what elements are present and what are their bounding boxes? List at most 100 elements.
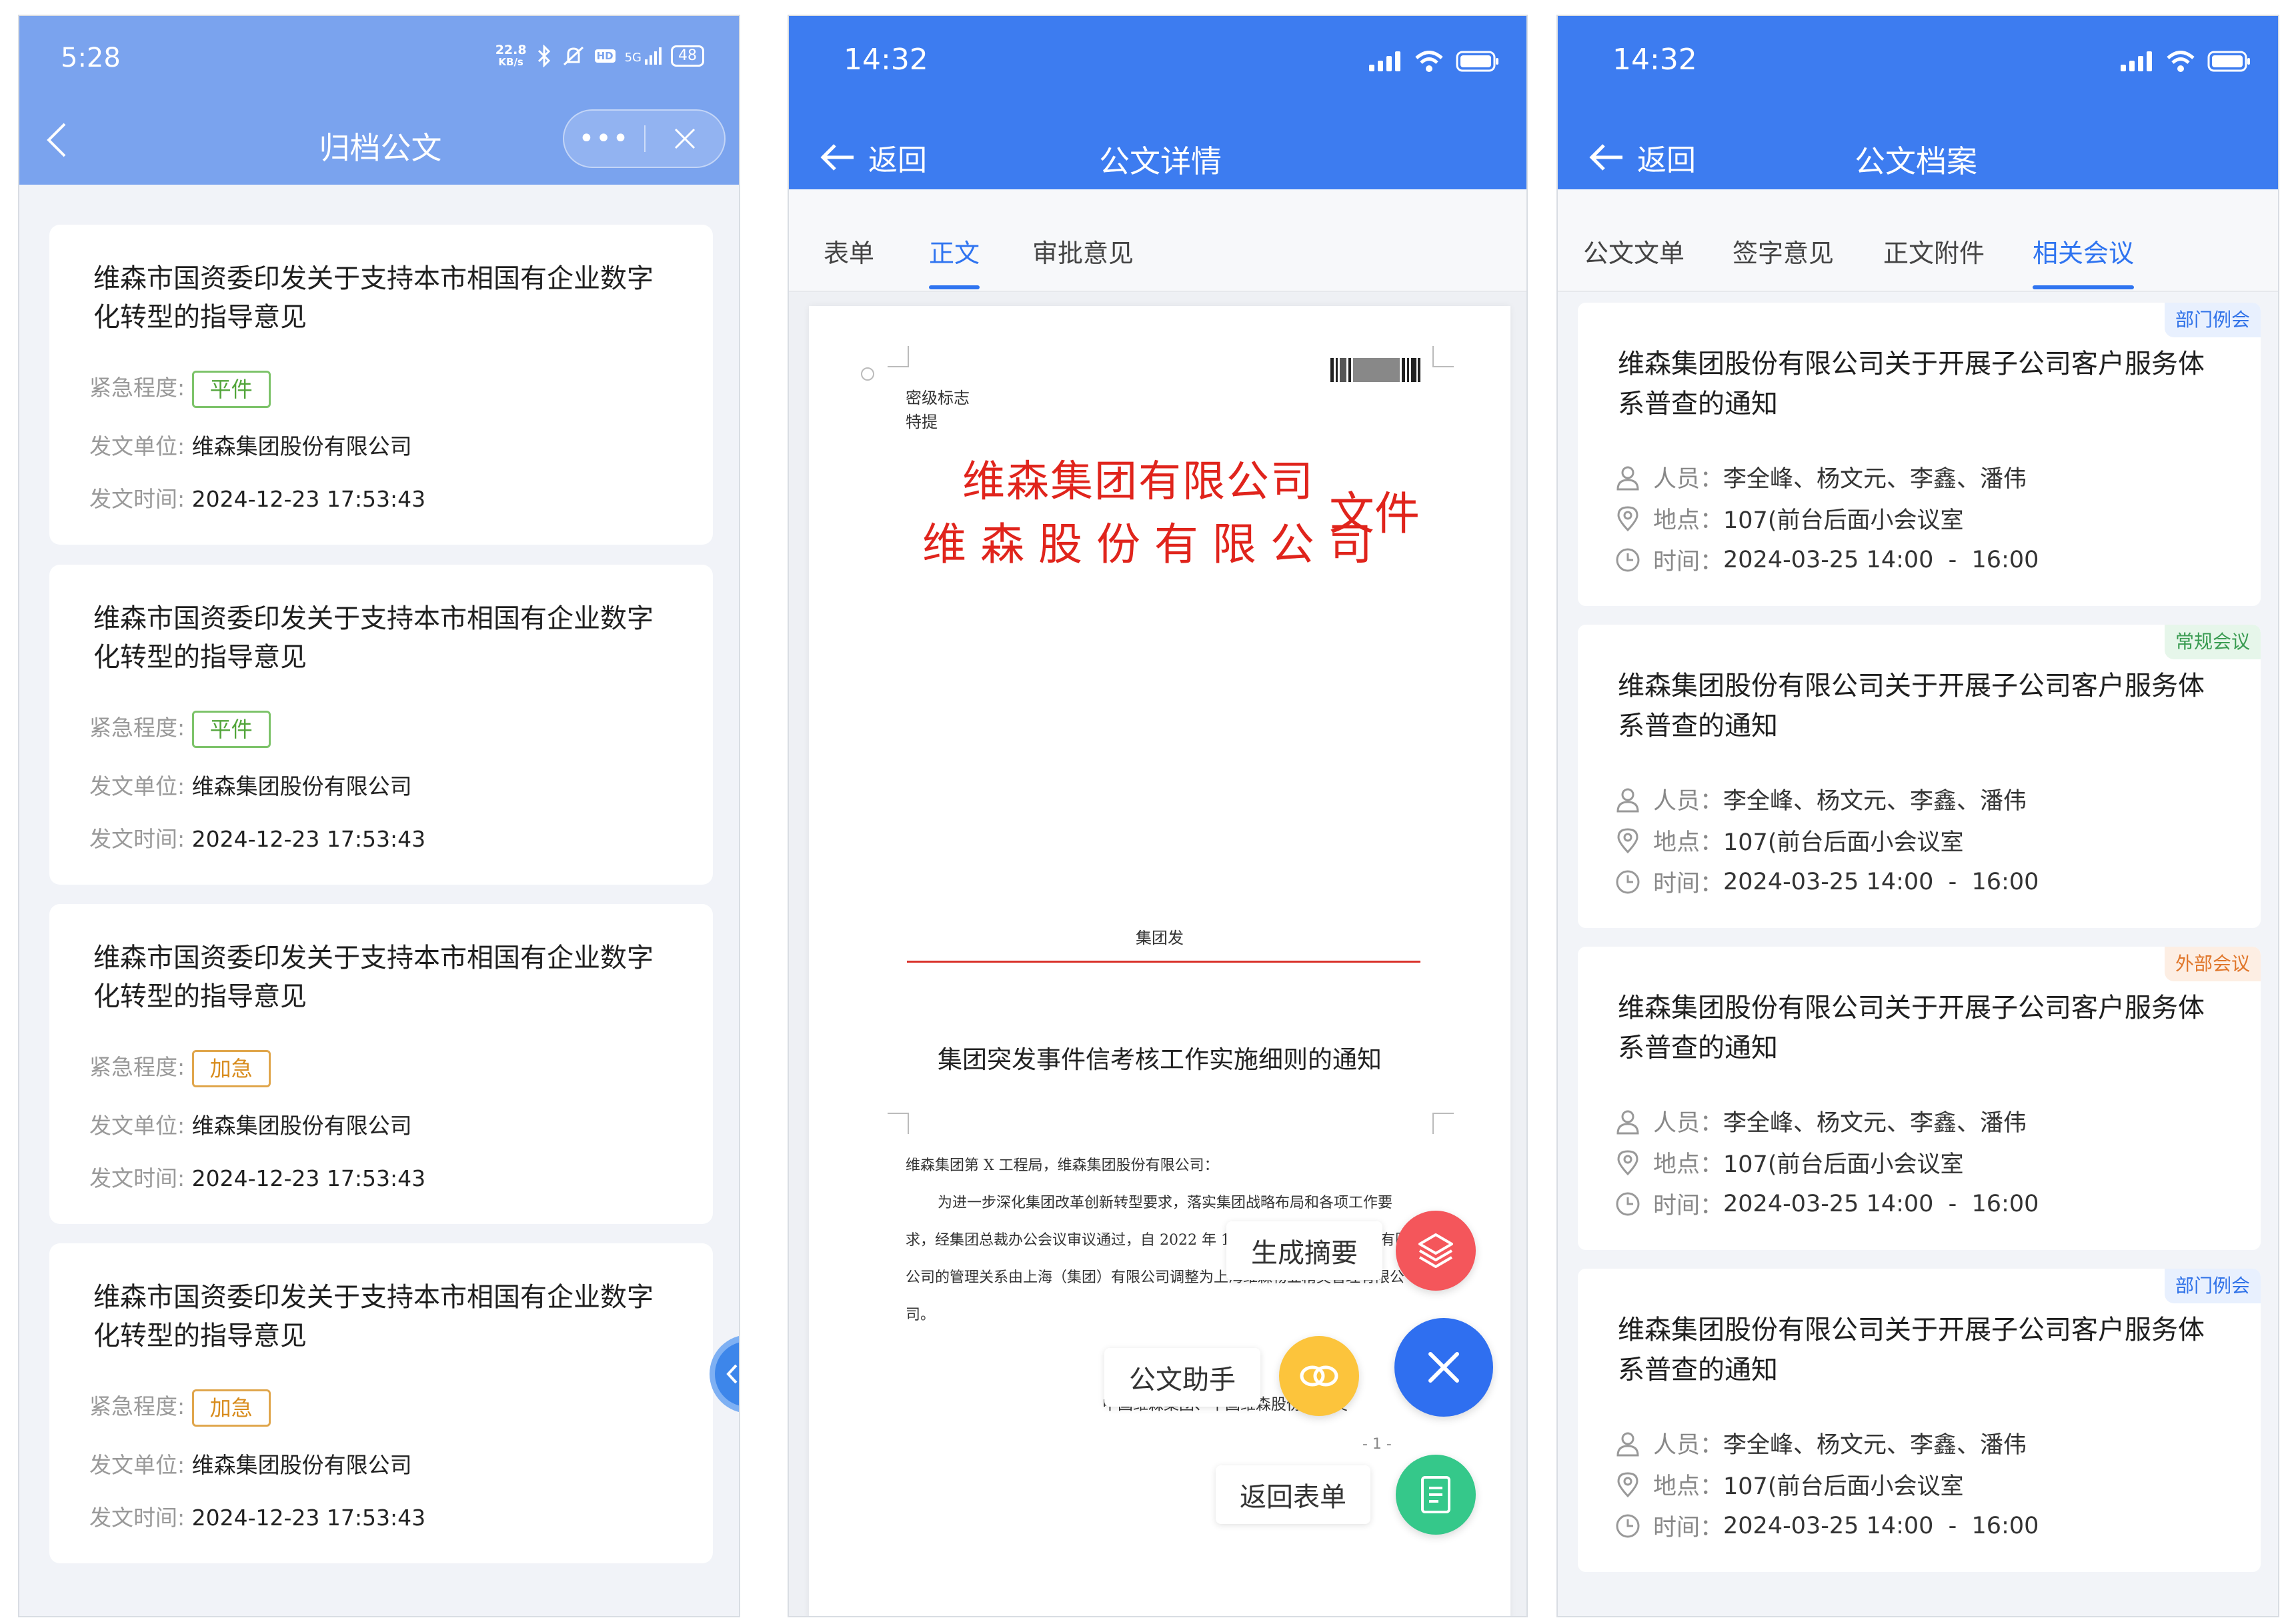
place-label: 地点： — [1653, 829, 1724, 856]
place-value: 107(前台后面小会议室 — [1723, 829, 1964, 856]
document-card[interactable]: 维森市国资委印发关于支持本市相国有企业数字化转型的指导意见 紧急程度: 加急 发… — [49, 904, 713, 1224]
document-preview[interactable]: 密级标志 特提 维森集团有限公司 维 森 股 份 有 限 公 司 文件 集团发 … — [809, 306, 1510, 1616]
person-icon — [1616, 466, 1639, 490]
meeting-title: 维森集团股份有限公司关于开展子公司客户服务体系普查的通知 — [1618, 349, 2205, 419]
document-title: 维森市国资委印发关于支持本市相国有企业数字化转型的指导意见 — [93, 263, 654, 333]
tab-document-form[interactable]: 公文文单 — [1583, 233, 1684, 269]
place-value: 107(前台后面小会议室 — [1723, 507, 1964, 534]
time-value: 2024-03-25 14:00 - 16:00 — [1723, 1512, 2039, 1539]
layers-icon — [1418, 1233, 1453, 1268]
back-button[interactable]: 返回 — [819, 136, 927, 179]
cellular-signal-icon — [1369, 51, 1400, 71]
place-label: 地点： — [1653, 1473, 1724, 1500]
people-value: 李全峰、杨文元、李鑫、潘伟 — [1723, 1432, 2027, 1459]
meeting-card[interactable]: 外部会议 维森集团股份有限公司关于开展子公司客户服务体系普查的通知 人员： 李全峰… — [1578, 947, 2261, 1250]
status-time: 14:32 — [1612, 43, 1697, 77]
urgency-badge: 加急 — [191, 1049, 271, 1087]
crop-mark — [1432, 346, 1454, 367]
issue-time-row: 发文时间: 2024-12-23 17:53:43 — [89, 1500, 425, 1532]
meeting-people-row: 人员： 李全峰、杨文元、李鑫、潘伟 — [1614, 782, 2027, 816]
meeting-time-row: 时间： 2024-03-25 14:00 - 16:00 — [1614, 1187, 2039, 1221]
signal-icon: 5G — [625, 47, 662, 65]
company-name-1: 维森集团有限公司 — [962, 457, 1314, 507]
wifi-icon — [2167, 51, 2195, 72]
chevron-left-icon — [726, 1364, 738, 1384]
cellular-signal-icon — [2121, 51, 2152, 71]
generate-summary-label[interactable]: 生成摘要 — [1226, 1221, 1382, 1280]
issuer-label: 发文单位: — [89, 1113, 185, 1139]
status-time: 5:28 — [61, 43, 121, 73]
issue-time-row: 发文时间: 2024-12-23 17:53:43 — [89, 821, 425, 853]
back-to-form-label[interactable]: 返回表单 — [1216, 1465, 1370, 1524]
issuer-label: 发文单位: — [89, 433, 185, 459]
meeting-card[interactable]: 部门例会 维森集团股份有限公司关于开展子公司客户服务体系普查的通知 人员： 李全峰… — [1578, 1269, 2261, 1572]
crop-mark — [1432, 1113, 1454, 1134]
header-bar: 14:32 返回 公文档案 — [1558, 16, 2278, 189]
urgency-label: 紧急程度: — [89, 1393, 185, 1419]
addressee: 维森集团第 X 工程局，维森集团股份有限公司： — [906, 1157, 1219, 1174]
clock-icon — [1616, 1192, 1640, 1215]
tab-form[interactable]: 表单 — [824, 233, 874, 269]
side-drawer-tab[interactable] — [710, 1335, 739, 1413]
wifi-icon — [1415, 51, 1443, 72]
issuer-code: 集团发 — [1136, 929, 1184, 947]
tab-bar: 表单 正文 审批意见 — [789, 189, 1526, 292]
header-bar: 5:28 22.8 KB/s HD 5G 48 归档公文 ••• — [19, 16, 739, 185]
registration-mark — [861, 367, 874, 381]
network-speed-value: 22.8 — [495, 43, 527, 57]
issuer-row: 发文单位: 维森集团股份有限公司 — [89, 1108, 412, 1140]
back-label: 返回 — [1637, 143, 1696, 177]
tab-signature-opinions[interactable]: 签字意见 — [1733, 233, 1834, 269]
header-bar: 14:32 返回 公文详情 — [789, 16, 1526, 189]
mini-program-capsule: ••• — [563, 109, 726, 168]
document-card[interactable]: 维森市国资委印发关于支持本市相国有企业数字化转型的指导意见 紧急程度: 平件 发… — [49, 225, 713, 545]
issue-time-value: 2024-12-23 17:53:43 — [191, 1165, 426, 1191]
meeting-card[interactable]: 常规会议 维森集团股份有限公司关于开展子公司客户服务体系普查的通知 人员： 李全峰… — [1578, 625, 2261, 928]
crop-mark — [888, 346, 909, 367]
close-fab-button[interactable] — [1394, 1318, 1493, 1417]
urgency-badge: 平件 — [191, 710, 271, 748]
meeting-people-row: 人员： 李全峰、杨文元、李鑫、潘伟 — [1614, 1104, 2027, 1138]
people-label: 人员： — [1653, 1110, 1724, 1137]
time-value: 2024-03-25 14:00 - 16:00 — [1723, 868, 2039, 895]
bluetooth-icon — [537, 45, 550, 67]
more-icon[interactable]: ••• — [564, 111, 644, 167]
status-icons — [2119, 51, 2251, 72]
back-button[interactable]: 返回 — [1588, 136, 1696, 179]
document-card[interactable]: 维森市国资委印发关于支持本市相国有企业数字化转型的指导意见 紧急程度: 平件 发… — [49, 565, 713, 885]
document-assistant-button[interactable] — [1279, 1336, 1359, 1416]
tab-related-meetings[interactable]: 相关会议 — [2033, 233, 2134, 269]
page-number: - 1 - — [1362, 1436, 1392, 1453]
issuer-label: 发文单位: — [89, 1452, 185, 1478]
meeting-people-row: 人员： 李全峰、杨文元、李鑫、潘伟 — [1614, 460, 2027, 494]
issue-time-value: 2024-12-23 17:53:43 — [191, 1505, 426, 1531]
meeting-place-row: 地点： 107(前台后面小会议室 — [1614, 1145, 1963, 1179]
document-assistant-label[interactable]: 公文助手 — [1104, 1348, 1260, 1407]
people-label: 人员： — [1653, 1432, 1724, 1459]
battery-icon — [1456, 51, 1498, 72]
red-divider — [907, 961, 1420, 963]
issue-time-label: 发文时间: — [89, 1165, 185, 1191]
issuer-value: 维森集团股份有限公司 — [191, 1113, 412, 1139]
close-icon[interactable] — [646, 111, 724, 167]
back-chevron-icon[interactable] — [43, 121, 70, 159]
tab-approval[interactable]: 审批意见 — [1032, 233, 1134, 269]
issue-time-row: 发文时间: 2024-12-23 17:53:43 — [89, 481, 425, 513]
people-value: 李全峰、杨文元、李鑫、潘伟 — [1723, 788, 2027, 815]
page-title: 公文档案 — [1855, 143, 1977, 179]
people-label: 人员： — [1653, 788, 1724, 815]
back-to-form-button[interactable] — [1396, 1455, 1476, 1535]
meeting-card[interactable]: 部门例会 维森集团股份有限公司关于开展子公司客户服务体系普查的通知 人员： 李全峰… — [1578, 303, 2261, 606]
issuer-row: 发文单位: 维森集团股份有限公司 — [89, 429, 412, 461]
secret-level-label: 密级标志 — [906, 389, 970, 407]
meeting-place-row: 地点： 107(前台后面小会议室 — [1614, 1467, 1963, 1501]
tab-body[interactable]: 正文 — [929, 233, 980, 269]
archived-documents-screen: 5:28 22.8 KB/s HD 5G 48 归档公文 ••• 维森市国资委印发… — [18, 15, 740, 1617]
tab-attachments[interactable]: 正文附件 — [1883, 233, 1985, 269]
form-icon — [1421, 1476, 1450, 1513]
document-card[interactable]: 维森市国资委印发关于支持本市相国有企业数字化转型的指导意见 紧急程度: 加急 发… — [49, 1243, 713, 1563]
urgency-row: 紧急程度: 平件 — [89, 370, 271, 408]
generate-summary-button[interactable] — [1396, 1211, 1476, 1291]
signal-label: 5G — [624, 51, 642, 65]
person-icon — [1616, 1432, 1639, 1456]
